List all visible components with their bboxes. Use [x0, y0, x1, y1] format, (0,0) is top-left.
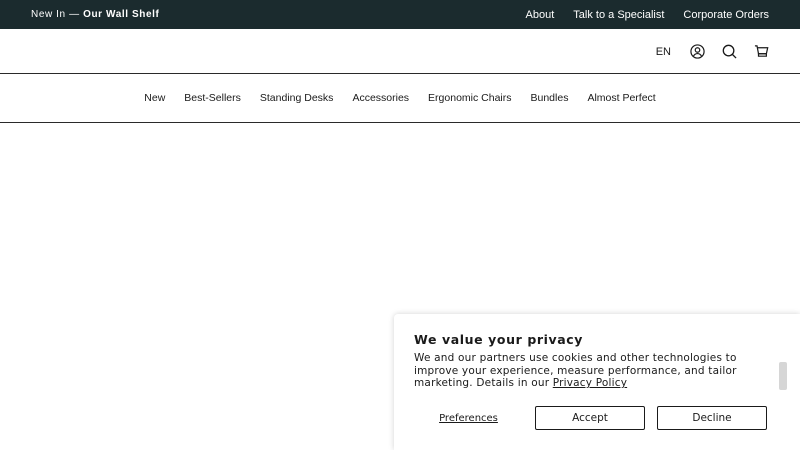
scrollbar-thumb[interactable]: [779, 362, 787, 390]
accept-button[interactable]: Accept: [535, 406, 645, 430]
announcement-promo[interactable]: New In — Our Wall Shelf: [31, 9, 159, 20]
preferences-button[interactable]: Preferences: [414, 406, 523, 430]
search-icon[interactable]: [721, 44, 737, 60]
link-corporate-orders[interactable]: Corporate Orders: [683, 9, 769, 21]
cookie-banner: We value your privacy We and our partner…: [394, 314, 800, 450]
account-icon[interactable]: [689, 44, 705, 60]
announcement-bar: New In — Our Wall Shelf About Talk to a …: [0, 0, 800, 29]
link-about[interactable]: About: [526, 9, 555, 21]
site-header: EN: [0, 29, 800, 74]
main-nav: New Best-Sellers Standing Desks Accessor…: [0, 74, 800, 123]
privacy-policy-link[interactable]: Privacy Policy: [553, 377, 627, 389]
language-selector[interactable]: EN: [656, 46, 671, 58]
cookie-body: We and our partners use cookies and othe…: [414, 352, 780, 390]
nav-item-bundles[interactable]: Bundles: [531, 92, 569, 104]
announcement-highlight: Our Wall Shelf: [83, 9, 160, 20]
announcement-prefix: New In —: [31, 9, 84, 20]
nav-item-standing-desks[interactable]: Standing Desks: [260, 92, 334, 104]
decline-button[interactable]: Decline: [657, 406, 767, 430]
header-utilities: EN: [656, 29, 769, 74]
nav-item-almost-perfect[interactable]: Almost Perfect: [587, 92, 655, 104]
nav-item-best-sellers[interactable]: Best-Sellers: [184, 92, 241, 104]
nav-item-accessories[interactable]: Accessories: [352, 92, 409, 104]
nav-item-new[interactable]: New: [144, 92, 165, 104]
cart-icon[interactable]: [753, 44, 769, 60]
utility-links: About Talk to a Specialist Corporate Ord…: [526, 9, 769, 21]
link-talk-to-specialist[interactable]: Talk to a Specialist: [573, 9, 664, 21]
nav-item-ergonomic-chairs[interactable]: Ergonomic Chairs: [428, 92, 511, 104]
cookie-title: We value your privacy: [414, 332, 584, 347]
